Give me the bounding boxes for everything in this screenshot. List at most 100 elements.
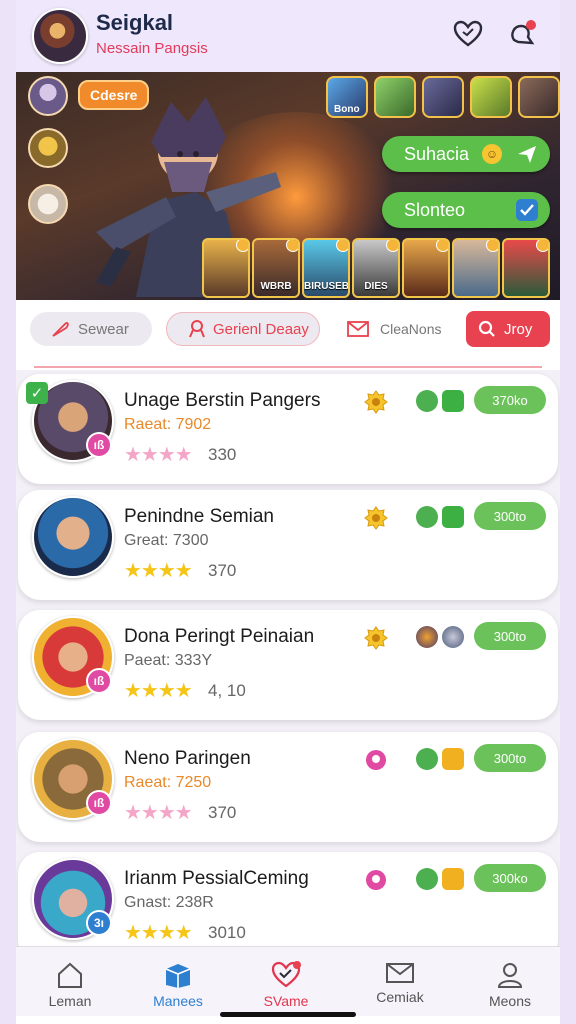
player-value-pill[interactable]: 370ko bbox=[474, 386, 546, 414]
hero-card[interactable] bbox=[402, 238, 450, 298]
mini-avatar-icon bbox=[416, 626, 438, 648]
slonteo-label: Slonteo bbox=[404, 199, 466, 220]
gem-icon bbox=[442, 390, 464, 412]
card-coin-icon bbox=[386, 240, 398, 252]
player-rate: Paeat: 333Y bbox=[124, 652, 213, 669]
player-row[interactable]: ✓ ıß Unage Berstin Pangers Raeat: 7902 ★… bbox=[18, 374, 558, 484]
clover-icon bbox=[416, 868, 438, 890]
card-coin-icon bbox=[336, 240, 348, 252]
player-level-badge: ıß bbox=[86, 790, 112, 816]
suhacia-button[interactable]: Suhacia ☺ bbox=[382, 136, 550, 172]
heart-check-icon bbox=[271, 961, 301, 988]
hero-card[interactable]: BIRUSEB bbox=[302, 238, 350, 298]
clover-icon bbox=[416, 506, 438, 528]
side-avatar-3[interactable] bbox=[28, 184, 68, 224]
player-value-pill[interactable]: 300to bbox=[474, 502, 546, 530]
player-score: 4, 10 bbox=[208, 681, 246, 700]
hero-card[interactable] bbox=[452, 238, 500, 298]
player-score: 370 bbox=[208, 803, 237, 822]
player-value-pill[interactable]: 300ko bbox=[474, 864, 546, 892]
player-score: 330 bbox=[208, 445, 237, 464]
top-thumb-1[interactable]: Bono bbox=[326, 76, 368, 118]
hero-card[interactable] bbox=[502, 238, 550, 298]
heart-icon[interactable] bbox=[452, 18, 484, 50]
player-rate: Raeat: 7902 bbox=[124, 416, 212, 433]
player-value-pill[interactable]: 300to bbox=[474, 622, 546, 650]
notification-icon[interactable] bbox=[506, 18, 538, 50]
top-thumb-5[interactable] bbox=[518, 76, 560, 118]
feather-icon bbox=[52, 322, 69, 337]
hero-card-label: WBRB bbox=[260, 281, 292, 292]
player-level-badge: ıß bbox=[86, 668, 112, 694]
player-name: Penindne Semian bbox=[124, 506, 274, 527]
gold-medal-icon bbox=[364, 506, 388, 530]
location-pin-icon bbox=[366, 870, 386, 890]
side-avatar-2[interactable] bbox=[28, 128, 68, 168]
gold-medal-icon bbox=[364, 626, 388, 650]
player-avatar bbox=[32, 496, 114, 578]
bottom-tab-bar: Leman Manees SVame Cemiak Meons bbox=[16, 946, 560, 1016]
filter-cleanons[interactable]: CleaNons bbox=[346, 312, 466, 346]
hero-card[interactable]: DIES bbox=[352, 238, 400, 298]
tab-leman[interactable]: Leman bbox=[16, 947, 124, 1017]
filter-gerienl-deaay[interactable]: Gerienl Deaay bbox=[166, 312, 320, 346]
gold-medal-icon bbox=[364, 390, 388, 414]
player-name: Unage Berstin Pangers bbox=[124, 390, 321, 411]
player-rate: Great: 7300 bbox=[124, 532, 209, 549]
player-row[interactable]: ıß Dona Peringt Peinaian Paeat: 333Y ★★★… bbox=[18, 610, 558, 720]
tab-manees[interactable]: Manees bbox=[124, 947, 232, 1017]
filter-sewear[interactable]: Sewear bbox=[30, 312, 152, 346]
player-name: Dona Peringt Peinaian bbox=[124, 626, 315, 647]
slonteo-button[interactable]: Slonteo bbox=[382, 192, 550, 228]
top-thumb-2[interactable] bbox=[374, 76, 416, 118]
filter-gerienl-deaay-label: Gerienl Deaay bbox=[213, 320, 309, 338]
app-subtitle: Nessain Pangsis bbox=[96, 40, 208, 57]
player-level-badge: 3ı bbox=[86, 910, 112, 936]
player-row[interactable]: ıß Neno Paringen Raeat: 7250 ★★★★ 370 30… bbox=[18, 732, 558, 842]
player-row[interactable]: 3ı Irianm PessialCeming Gnast: 238R ★★★★… bbox=[18, 852, 558, 946]
hero-banner[interactable]: Cdesre Bono Suhacia ☺ Slonteo WBRB BIRUS… bbox=[16, 72, 560, 300]
send-icon bbox=[516, 143, 538, 165]
profile-avatar[interactable] bbox=[32, 8, 88, 64]
rating-stars: ★★★★ bbox=[124, 680, 193, 702]
tab-cemiak[interactable]: Cemiak bbox=[346, 947, 454, 1017]
smile-icon: ☺ bbox=[482, 144, 502, 164]
player-list: ✓ ıß Unage Berstin Pangers Raeat: 7902 ★… bbox=[16, 370, 560, 946]
card-coin-icon bbox=[286, 240, 298, 252]
top-thumb-3[interactable] bbox=[422, 76, 464, 118]
app-title: Seigkal bbox=[96, 10, 174, 35]
side-avatar-1[interactable] bbox=[28, 76, 68, 116]
join-button-label: Jroy bbox=[504, 320, 533, 338]
card-coin-icon bbox=[486, 240, 498, 252]
hero-badge[interactable]: Cdesre bbox=[78, 80, 150, 110]
player-score: 3010 bbox=[208, 923, 246, 942]
tab-meons[interactable]: Meons bbox=[456, 947, 560, 1017]
checkbox-checked-icon[interactable]: ✓ bbox=[26, 382, 48, 404]
filter-bar: Sewear Gerienl Deaay CleaNons Jroy bbox=[16, 300, 560, 370]
top-thumb-label: Bono bbox=[334, 104, 360, 115]
treasure-icon bbox=[442, 868, 464, 890]
hero-card-label: DIES bbox=[364, 281, 388, 292]
player-row[interactable]: Penindne Semian Great: 7300 ★★★★ 370 300… bbox=[18, 490, 558, 600]
top-thumb-4[interactable] bbox=[470, 76, 512, 118]
mail-icon bbox=[386, 963, 414, 983]
card-coin-icon bbox=[436, 240, 448, 252]
clover-icon bbox=[416, 390, 438, 412]
hero-card-label: BIRUSEB bbox=[304, 281, 350, 292]
box-icon bbox=[165, 964, 191, 988]
player-name: Irianm PessialCeming bbox=[124, 868, 309, 889]
player-value-pill[interactable]: 300to bbox=[474, 744, 546, 772]
tab-leman-label: Leman bbox=[48, 993, 92, 1009]
rating-stars: ★★★★ bbox=[124, 444, 193, 466]
join-button[interactable]: Jroy bbox=[466, 311, 550, 347]
rating-stars: ★★★★ bbox=[124, 802, 193, 824]
card-coin-icon bbox=[236, 240, 248, 252]
filter-sewear-label: Sewear bbox=[78, 320, 129, 338]
clover-icon bbox=[416, 748, 438, 770]
rating-stars: ★★★★ bbox=[124, 922, 193, 944]
search-icon bbox=[478, 320, 495, 337]
tab-svame[interactable]: SVame bbox=[232, 947, 340, 1017]
hero-card[interactable]: WBRB bbox=[252, 238, 300, 298]
hero-card[interactable] bbox=[202, 238, 250, 298]
app-header: Seigkal Nessain Pangsis bbox=[16, 0, 560, 72]
